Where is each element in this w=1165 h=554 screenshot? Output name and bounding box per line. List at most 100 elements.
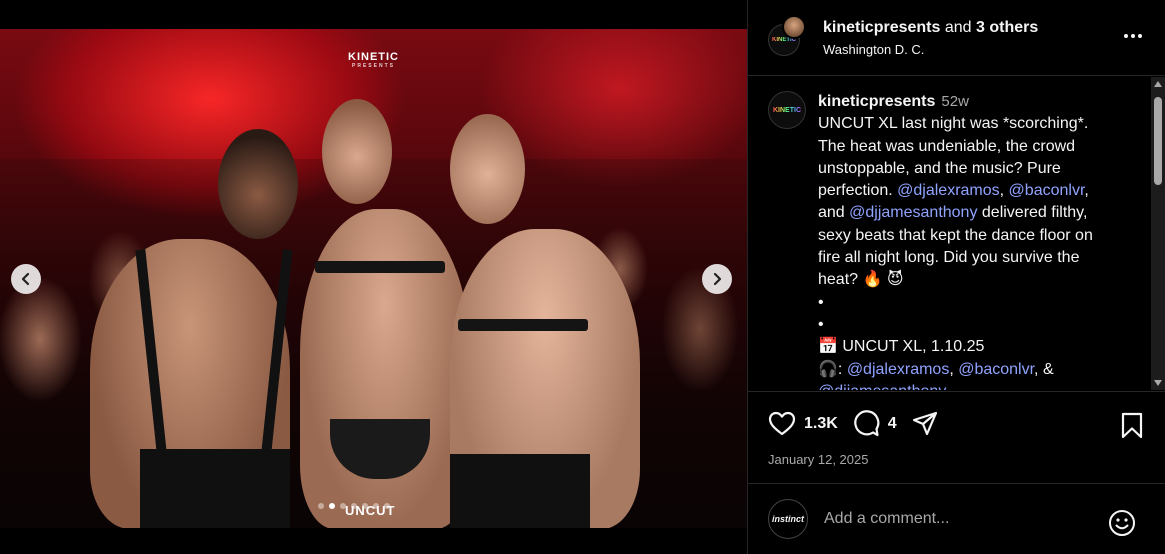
caption-line: sexy beats that kept the dance floor on <box>818 225 1136 247</box>
chevron-left-icon <box>21 272 30 286</box>
head-right <box>450 114 525 224</box>
post-side-panel: KINETIC kineticpresents and 3 others Was… <box>747 0 1165 554</box>
carousel-dot <box>384 503 390 509</box>
caption-meta-line: kineticpresents 52w <box>818 91 1136 113</box>
caption-body: UNCUT XL last night was *scorching*. The … <box>818 113 1136 390</box>
chevron-right-icon <box>713 272 722 286</box>
comments-count[interactable]: 4 <box>888 415 897 433</box>
carousel-prev-button[interactable] <box>11 264 41 294</box>
comment-icon[interactable] <box>852 410 880 438</box>
caption-text-segment: 📅 UNCUT XL, 1.10.25 <box>818 338 985 356</box>
bookmark-icon[interactable] <box>1120 412 1144 440</box>
caption-avatar[interactable]: KINETIC <box>768 91 806 129</box>
collab-avatar[interactable] <box>782 14 806 39</box>
caption-text-segment: delivered filthy, <box>977 204 1088 222</box>
post-date[interactable]: January 12, 2025 <box>768 452 868 467</box>
caption-scrollbar[interactable] <box>1151 77 1165 390</box>
comment-input[interactable] <box>824 510 1094 528</box>
scroll-down-arrow-icon[interactable] <box>1154 380 1162 386</box>
caption-text-segment: The heat was undeniable, the crowd <box>818 137 1076 155</box>
caption-text-segment: heat? 🔥 😈 <box>818 271 904 289</box>
actions-section: 1.3K 4 January 12, 2025 <box>748 391 1165 483</box>
caption-avatar-text: KINETIC <box>773 106 801 114</box>
likes-count[interactable]: 1.3K <box>804 415 838 433</box>
scroll-thumb[interactable] <box>1154 97 1162 185</box>
caption-text-segment: , <box>1084 182 1089 200</box>
caption-text: kineticpresents 52w UNCUT XL last night w… <box>818 91 1136 390</box>
more-options-icon[interactable] <box>1124 34 1142 38</box>
header-username-link[interactable]: kineticpresents <box>823 19 940 36</box>
caption-text-segment: sexy beats that kept the dance floor on <box>818 226 1093 244</box>
caption-text-segment: perfection. <box>818 182 898 200</box>
post-viewer: KINETIC PRESENTS UNCUT KINETIC kineticpr… <box>0 0 1165 554</box>
header-text: kineticpresents and 3 others Washington … <box>823 19 1038 57</box>
shorts-left <box>140 449 290 528</box>
caption-text-segment: , <box>949 360 959 378</box>
carousel-dot <box>329 503 335 509</box>
media-pane: KINETIC PRESENTS UNCUT <box>0 0 747 554</box>
caption-line: 📅 UNCUT XL, 1.10.25 <box>818 336 1136 358</box>
caption-line: UNCUT XL last night was *scorching*. <box>818 113 1136 135</box>
carousel-dots <box>318 503 390 509</box>
caption-age[interactable]: 52w <box>941 93 969 110</box>
head-left <box>218 129 298 239</box>
photo-watermark-logo: KINETIC PRESENTS <box>348 51 399 69</box>
location-link[interactable]: Washington D. C. <box>823 42 1038 57</box>
header-and-text: and <box>944 18 972 36</box>
carousel-dot <box>318 503 324 509</box>
caption-row: KINETIC kineticpresents 52w UNCUT XL last… <box>768 91 1136 390</box>
caption-text-segment: fire all night long. Did you survive the <box>818 249 1080 267</box>
caption-text-segment: • <box>818 293 824 311</box>
header-others-link[interactable]: 3 others <box>976 19 1038 36</box>
caption-username-link[interactable]: kineticpresents <box>818 93 935 110</box>
watermark-top-text: KINETIC <box>348 51 399 63</box>
caption-line: • <box>818 314 1136 336</box>
caption-line: 🎧: @djalexramos, @baconlvr, & <box>818 359 1136 381</box>
share-icon[interactable] <box>911 410 939 438</box>
caption-line: fire all night long. Did you survive the <box>818 247 1136 269</box>
caption-line: @djjamesanthony <box>818 381 1136 390</box>
comment-bar: instinct <box>748 483 1165 554</box>
carousel-next-button[interactable] <box>702 264 732 294</box>
commenter-avatar-text: instinct <box>771 514 804 524</box>
heart-icon[interactable] <box>768 411 796 437</box>
commenter-avatar[interactable]: instinct <box>768 499 808 539</box>
caption-text-segment: 🎧: <box>818 360 847 378</box>
caption-text-segment: UNCUT XL last night was *scorching*. <box>818 115 1089 133</box>
header-line: kineticpresents and 3 others <box>823 19 1038 37</box>
mention-link[interactable]: @baconlvr <box>1009 182 1085 199</box>
mention-link[interactable]: @djalexramos <box>897 182 1000 199</box>
carousel-dot <box>362 503 368 509</box>
action-row: 1.3K 4 <box>768 410 939 438</box>
caption-line: unstoppable, and the music? Pure <box>818 158 1136 180</box>
caption-text-segment: and <box>818 204 850 222</box>
caption-line: and @djjamesanthony delivered filthy, <box>818 202 1136 224</box>
caption-text-segment: • <box>818 315 824 333</box>
mention-link[interactable]: @djalexramos <box>847 361 950 378</box>
scroll-up-arrow-icon[interactable] <box>1154 81 1162 87</box>
watermark-top-subtext: PRESENTS <box>352 63 395 69</box>
caption-text-segment: unstoppable, and the music? Pure <box>818 159 1061 177</box>
caption-scroll-area[interactable]: KINETIC kineticpresents 52w UNCUT XL last… <box>748 77 1165 390</box>
caption-text-segment: , <box>999 182 1009 200</box>
caption-text-segment: , & <box>1034 360 1054 378</box>
head-center <box>322 99 392 204</box>
harness-right <box>458 319 588 331</box>
emoji-icon[interactable] <box>1108 509 1136 537</box>
caption-line: heat? 🔥 😈 <box>818 269 1136 291</box>
collab-avatars[interactable]: KINETIC <box>768 14 808 58</box>
mention-link[interactable]: @djjamesanthony <box>849 204 977 221</box>
harness-center <box>315 261 445 273</box>
post-header: KINETIC kineticpresents and 3 others Was… <box>748 0 1165 76</box>
person-center <box>300 209 470 528</box>
carousel-dot <box>340 503 346 509</box>
mention-link[interactable]: @djjamesanthony <box>818 383 946 390</box>
shorts-right <box>450 454 590 528</box>
caption-line: The heat was undeniable, the crowd <box>818 136 1136 158</box>
caption-line: • <box>818 292 1136 314</box>
mention-link[interactable]: @baconlvr <box>958 361 1034 378</box>
carousel-dot <box>351 503 357 509</box>
post-photo[interactable]: KINETIC PRESENTS <box>0 29 747 528</box>
caption-line: perfection. @djalexramos, @baconlvr, <box>818 180 1136 202</box>
carousel-dot <box>373 503 379 509</box>
